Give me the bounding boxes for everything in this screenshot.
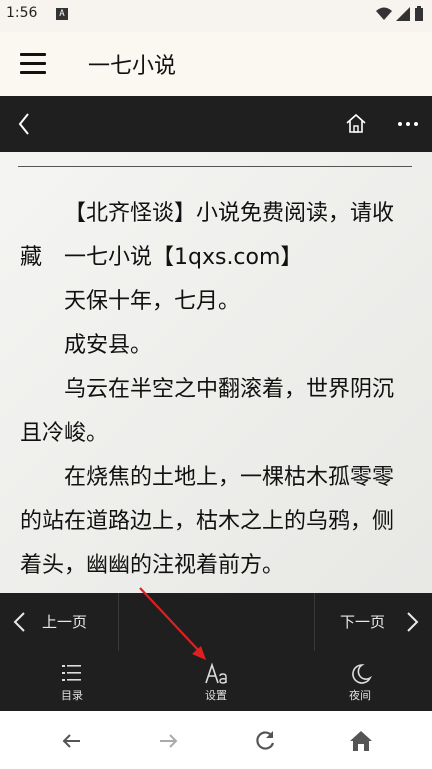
paragraph: 在烧焦的土地上，一棵枯木孤零零的站在道路边上，枯木之上的乌鸦，侧着头，幽幽的注视… [20, 465, 395, 578]
menu-icon[interactable] [20, 53, 46, 75]
status-time: 1:56 [6, 5, 38, 21]
top-divider [18, 166, 412, 167]
app-bar: 一七小说 [0, 32, 432, 96]
home-icon[interactable] [344, 112, 368, 136]
prev-page-button[interactable]: 上一页 [0, 593, 118, 651]
app-title: 一七小说 [88, 54, 177, 79]
list-icon [62, 665, 81, 681]
paragraph: 【北齐怪谈】小说免费阅读，请收藏 一七小说【1qxs.com】 [20, 201, 395, 270]
font-settings-icon [205, 662, 227, 684]
signal-icon [396, 7, 410, 21]
browser-back-icon[interactable] [58, 727, 86, 755]
pager-bar: 上一页 下一页 [0, 593, 432, 651]
next-page-label: 下一页 [340, 613, 386, 631]
browser-nav-bar [0, 711, 432, 769]
back-arrow-icon[interactable] [12, 110, 36, 138]
toc-label: 目录 [61, 689, 83, 702]
settings-button[interactable]: 设置 [168, 651, 264, 711]
wifi-icon [376, 7, 392, 20]
chevron-right-icon [407, 612, 419, 632]
divider [118, 593, 119, 651]
prev-page-label: 上一页 [42, 613, 88, 631]
paragraph: 成安县。 [64, 333, 153, 358]
notification-badge: A [56, 8, 68, 20]
next-page-button[interactable]: 下一页 [314, 593, 432, 651]
chapter-text: 【北齐怪谈】小说免费阅读，请收藏 一七小说【1qxs.com】 天保十年，七月。… [20, 192, 412, 588]
night-mode-button[interactable]: 夜间 [312, 651, 408, 711]
moon-icon [352, 664, 372, 684]
reader-top-bar [0, 96, 432, 152]
night-mode-label: 夜间 [349, 689, 371, 702]
reader-toolbar: 目录 设置 夜间 [0, 651, 432, 711]
browser-forward-icon[interactable] [154, 727, 182, 755]
more-options-icon[interactable] [396, 112, 420, 136]
settings-label: 设置 [205, 689, 227, 702]
browser-home-icon[interactable] [347, 727, 375, 755]
battery-icon [415, 6, 423, 21]
paragraph: 乌云在半空之中翻滚着，世界阴沉且冷峻。 [20, 377, 395, 446]
paragraph: 天保十年，七月。 [64, 289, 241, 314]
toc-button[interactable]: 目录 [24, 651, 120, 711]
reading-area: 【北齐怪谈】小说免费阅读，请收藏 一七小说【1qxs.com】 天保十年，七月。… [0, 152, 432, 593]
refresh-icon[interactable] [251, 727, 279, 755]
status-icons [376, 6, 424, 22]
status-bar: 1:56 A [0, 0, 432, 32]
chevron-left-icon [13, 612, 25, 632]
